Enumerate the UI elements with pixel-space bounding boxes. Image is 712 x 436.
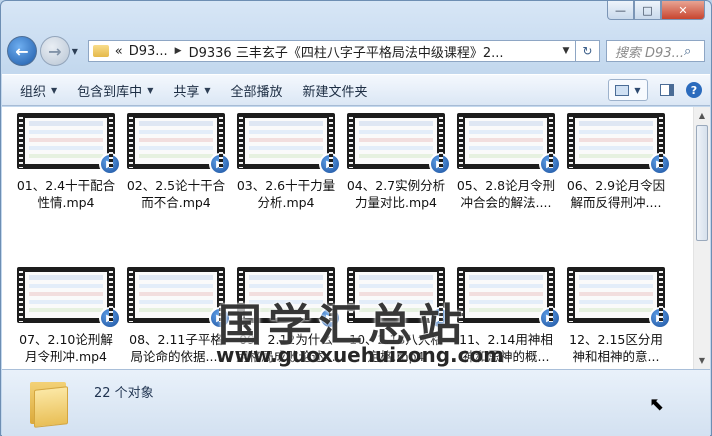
- preview-pane-icon: [660, 84, 674, 96]
- file-item[interactable]: ▶ 08、2.11子平格局论命的依据....: [121, 265, 231, 369]
- media-player-icon: ▶: [429, 153, 451, 175]
- refresh-button[interactable]: ↻: [575, 40, 600, 62]
- help-button[interactable]: ?: [686, 82, 702, 98]
- file-item[interactable]: ▶ 01、2.4十干配合性情.mp4: [11, 111, 121, 261]
- folder-icon: [92, 45, 109, 57]
- file-name[interactable]: 03、2.6十干力量分析.mp4: [233, 177, 339, 211]
- search-icon[interactable]: ⌕: [684, 44, 704, 59]
- file-item[interactable]: ▶ 12、2.15区分用神和相神的意...: [561, 265, 671, 369]
- chevron-down-icon: ▼: [147, 85, 154, 95]
- video-thumbnail[interactable]: ▶: [457, 267, 561, 329]
- media-player-icon: ▶: [99, 307, 121, 329]
- breadcrumb-item[interactable]: D93...: [129, 44, 168, 59]
- breadcrumb-overflow[interactable]: «: [115, 44, 123, 59]
- file-name[interactable]: 02、2.5论十干合而不合.mp4: [123, 177, 229, 211]
- file-name[interactable]: 07、2.10论刑解月令刑冲.mp4: [13, 331, 119, 365]
- scroll-up-icon[interactable]: ▲: [694, 107, 710, 124]
- file-item[interactable]: ▶ 07、2.10论刑解月令刑冲.mp4: [11, 265, 121, 369]
- thumbnail-slide: [135, 272, 217, 318]
- explorer-window: — □ ✕ ← → ▼ « D93... ▶ D9336 三丰玄子《四柱八字子平…: [0, 0, 712, 436]
- thumbnail-slide: [465, 272, 547, 318]
- view-icon: [615, 84, 630, 96]
- file-item[interactable]: ▶ 03、2.6十干力量分析.mp4: [231, 111, 341, 261]
- media-player-icon: ▶: [539, 307, 561, 329]
- thumbnail-slide: [355, 118, 437, 164]
- new-folder-label: 新建文件夹: [302, 84, 368, 100]
- breadcrumb-separator-icon[interactable]: ▶: [175, 46, 182, 56]
- caption-buttons: — □ ✕: [607, 1, 705, 20]
- close-button[interactable]: ✕: [661, 1, 705, 20]
- scrollbar-thumb[interactable]: [696, 125, 708, 241]
- video-thumbnail[interactable]: ▶: [237, 113, 341, 175]
- file-list: ▶ 01、2.4十干配合性情.mp4 ▶ 02、2.5论十干合而不合.mp4 ▶ 03、2…: [2, 107, 710, 369]
- file-name[interactable]: 08、2.11子平格局论命的依据....: [123, 331, 229, 365]
- mouse-cursor-icon: ⬉: [649, 394, 665, 415]
- chevron-down-icon: ▼: [204, 85, 211, 95]
- recent-pages-dropdown[interactable]: ▼: [72, 47, 82, 56]
- thumbnail-slide: [575, 118, 657, 164]
- share-menu[interactable]: 共享 ▼: [163, 81, 220, 100]
- thumbnail-slide: [575, 272, 657, 318]
- media-player-icon: ▶: [99, 153, 121, 175]
- details-pane: 22 个对象 ⬉: [2, 369, 710, 436]
- thumbnail-slide: [245, 118, 327, 164]
- file-name[interactable]: 12、2.15区分用神和相神的意...: [563, 331, 669, 365]
- item-count: 22 个对象: [94, 386, 154, 401]
- command-bar: 组织 ▼ 包含到库中 ▼ 共享 ▼ 全部播放 新建文件夹 ▼ ?: [2, 74, 710, 106]
- include-library-label: 包含到库中: [77, 84, 143, 100]
- include-in-library-menu[interactable]: 包含到库中 ▼: [67, 81, 163, 100]
- chevron-down-icon[interactable]: ▼: [634, 86, 640, 95]
- back-button[interactable]: ←: [7, 36, 37, 66]
- video-thumbnail[interactable]: ▶: [567, 113, 671, 175]
- file-item[interactable]: ▶ 06、2.9论月令因解而反得刑冲....: [561, 111, 671, 261]
- share-label: 共享: [173, 84, 200, 100]
- play-all-label: 全部播放: [230, 84, 283, 100]
- file-name[interactable]: 05、2.8论月令刑冲合会的解法....: [453, 177, 559, 211]
- thumbnail-slide: [465, 118, 547, 164]
- minimize-button[interactable]: —: [607, 1, 634, 20]
- new-folder-button[interactable]: 新建文件夹: [293, 81, 378, 100]
- video-thumbnail[interactable]: ▶: [347, 113, 451, 175]
- video-thumbnail[interactable]: ▶: [127, 267, 231, 329]
- media-player-icon: ▶: [649, 307, 671, 329]
- media-player-icon: ▶: [319, 153, 341, 175]
- breadcrumb-current[interactable]: D9336 三丰玄子《四柱八字子平格局法中级课程》2...: [189, 42, 557, 61]
- maximize-button[interactable]: □: [634, 1, 661, 20]
- play-all-button[interactable]: 全部播放: [221, 81, 293, 100]
- search-placeholder: 搜索 D93...: [614, 45, 684, 61]
- organize-label: 组织: [20, 84, 47, 100]
- file-item[interactable]: ▶ 02、2.5论十干合而不合.mp4: [121, 111, 231, 261]
- chevron-down-icon: ▼: [51, 85, 58, 95]
- media-player-icon: ▶: [539, 153, 561, 175]
- thumbnail-slide: [25, 272, 107, 318]
- organize-menu[interactable]: 组织 ▼: [10, 81, 67, 100]
- forward-button[interactable]: →: [39, 36, 70, 66]
- search-input[interactable]: 搜索 D93... ⌕: [605, 40, 705, 62]
- file-name[interactable]: 06、2.9论月令因解而反得刑冲....: [563, 177, 669, 211]
- file-item[interactable]: ▶ 04、2.7实例分析力量对比.mp4: [341, 111, 451, 261]
- address-bar[interactable]: « D93... ▶ D9336 三丰玄子《四柱八字子平格局法中级课程》2...…: [87, 40, 576, 62]
- vertical-scrollbar[interactable]: ▲ ▼: [693, 107, 710, 369]
- video-thumbnail[interactable]: ▶: [17, 113, 121, 175]
- media-player-icon: ▶: [649, 153, 671, 175]
- navigation-bar: ← → ▼ « D93... ▶ D9336 三丰玄子《四柱八字子平格局法中级课…: [7, 34, 705, 68]
- video-thumbnail[interactable]: ▶: [457, 113, 561, 175]
- change-view-button[interactable]: ▼: [608, 79, 648, 101]
- file-item[interactable]: ▶ 05、2.8论月令刑冲合会的解法....: [451, 111, 561, 261]
- watermark-url: www.guoxuehuizong.com: [216, 343, 505, 367]
- preview-pane-button[interactable]: [654, 79, 680, 101]
- file-name[interactable]: 01、2.4十干配合性情.mp4: [13, 177, 119, 211]
- video-thumbnail[interactable]: ▶: [127, 113, 231, 175]
- thumbnail-slide: [135, 118, 217, 164]
- media-player-icon: ▶: [209, 153, 231, 175]
- folder-icon: [30, 378, 70, 428]
- thumbnail-slide: [25, 118, 107, 164]
- scroll-down-icon[interactable]: ▼: [694, 352, 710, 369]
- video-thumbnail[interactable]: ▶: [567, 267, 671, 329]
- video-thumbnail[interactable]: ▶: [17, 267, 121, 329]
- address-dropdown-icon[interactable]: ▼: [557, 46, 575, 56]
- file-name[interactable]: 04、2.7实例分析力量对比.mp4: [343, 177, 449, 211]
